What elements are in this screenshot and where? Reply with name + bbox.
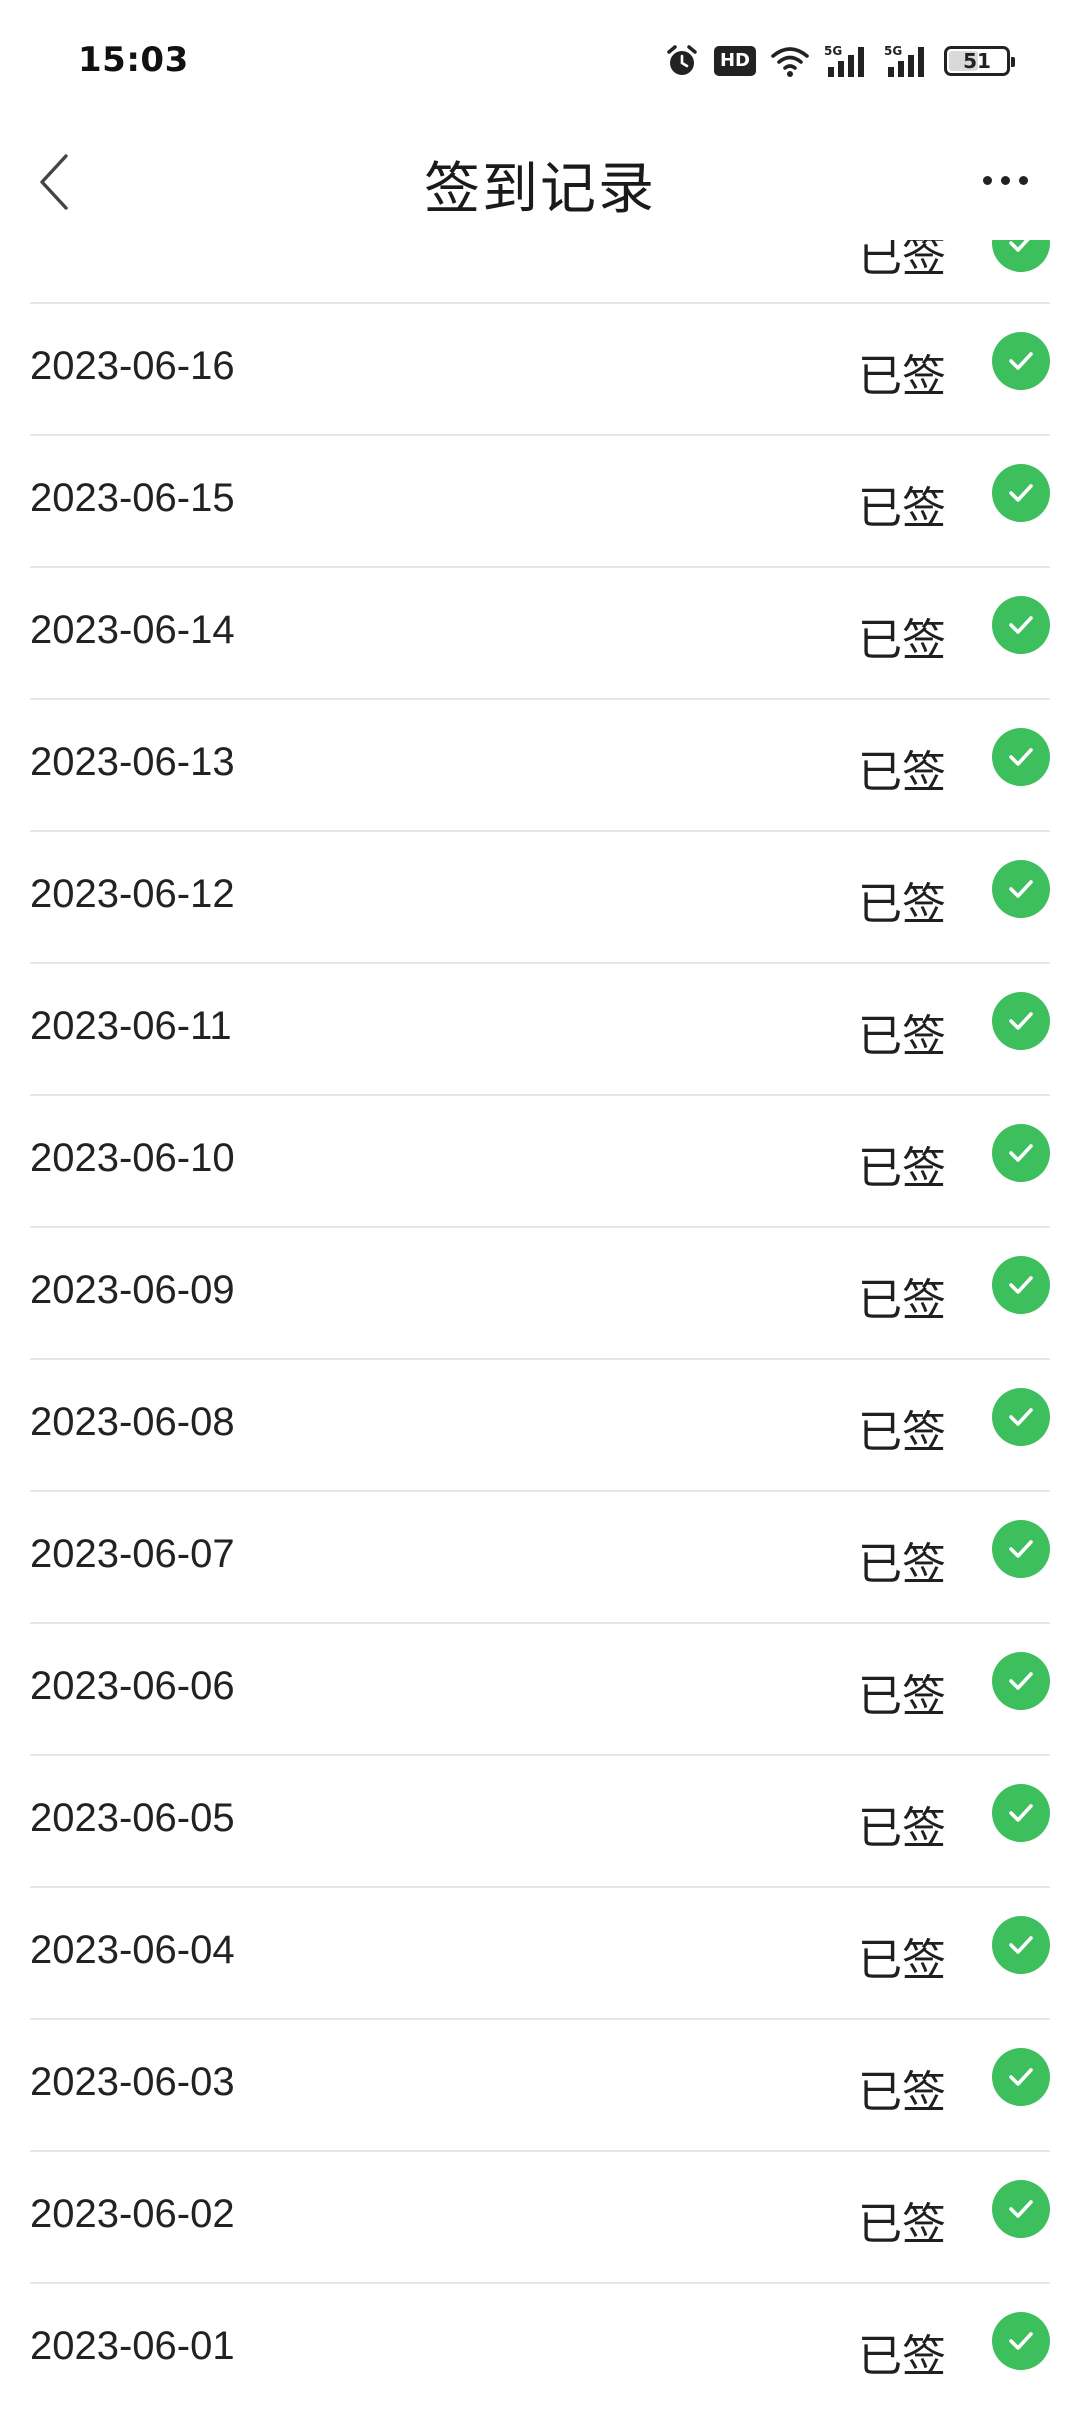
wifi-icon (770, 44, 810, 78)
list-item[interactable]: 2023-06-14 已签 (30, 568, 1050, 700)
list-item[interactable]: 2023-06-01 已签 (30, 2284, 1050, 2412)
battery-level: 51 (963, 49, 991, 73)
record-date: 2023-06-06 (30, 1664, 235, 1708)
record-date: 2023-06-05 (30, 1796, 235, 1840)
svg-text:5G: 5G (884, 44, 902, 58)
check-circle-icon (992, 860, 1050, 918)
record-date: 2023-06-01 (30, 2324, 235, 2368)
list-item[interactable]: 2023-06-04 已签 (30, 1888, 1050, 2020)
record-date: 2023-06-11 (30, 1004, 232, 1048)
record-status: 已签 (858, 1407, 946, 1458)
more-button[interactable] (970, 160, 1040, 200)
check-circle-icon (992, 1652, 1050, 1710)
record-date: 2023-06-16 (30, 344, 235, 388)
record-date: 2023-06-10 (30, 1136, 235, 1180)
more-horizontal-icon (982, 175, 992, 185)
check-circle-icon (992, 1256, 1050, 1314)
record-date: 2023-06-07 (30, 1532, 235, 1576)
list-item[interactable]: 2023-06-02 已签 (30, 2152, 1050, 2284)
status-time: 15:03 (78, 40, 189, 80)
check-circle-icon (992, 1124, 1050, 1182)
record-status: 已签 (858, 615, 946, 666)
list-item[interactable]: 2023-06-06 已签 (30, 1624, 1050, 1756)
list-item[interactable]: 2023-06-11 已签 (30, 964, 1050, 1096)
check-circle-icon (992, 2048, 1050, 2106)
record-status: 已签 (858, 879, 946, 930)
check-circle-icon (992, 332, 1050, 390)
check-circle-icon (992, 1784, 1050, 1842)
record-date: 2023-06-09 (30, 1268, 235, 1312)
record-status: 已签 (858, 1143, 946, 1194)
record-status: 已签 (858, 240, 946, 282)
record-status: 已签 (858, 2067, 946, 2118)
cellular-signal-icon-1: 5G (824, 43, 870, 79)
alarm-icon (664, 43, 700, 79)
record-date: 2023-06-02 (30, 2192, 235, 2236)
status-bar: 15:03 HD 5G 5G 51 (0, 0, 1080, 120)
record-status: 已签 (858, 1935, 946, 1986)
check-circle-icon (992, 464, 1050, 522)
list-item[interactable]: 2023-06-03 已签 (30, 2020, 1050, 2152)
record-status: 已签 (858, 1539, 946, 1590)
record-status: 已签 (858, 351, 946, 402)
list-item[interactable]: 2023-06-13 已签 (30, 700, 1050, 832)
record-date: 2023-06-12 (30, 872, 235, 916)
status-icons: HD 5G 5G 51 (664, 40, 1015, 82)
check-circle-icon (992, 240, 1050, 272)
record-status: 已签 (858, 1011, 946, 1062)
record-status: 已签 (858, 483, 946, 534)
list-item[interactable]: 2023-06-07 已签 (30, 1492, 1050, 1624)
hd-voice-icon: HD (713, 46, 756, 76)
record-date: 2023-06-04 (30, 1928, 235, 1972)
svg-text:5G: 5G (824, 44, 842, 58)
check-circle-icon (992, 728, 1050, 786)
check-circle-icon (992, 1916, 1050, 1974)
record-date: 2023-06-14 (30, 608, 235, 652)
record-status: 已签 (858, 1275, 946, 1326)
list-item[interactable]: 2023-06-08 已签 (30, 1360, 1050, 1492)
list-item[interactable]: 2023-06-12 已签 (30, 832, 1050, 964)
record-status: 已签 (858, 2199, 946, 2250)
record-date: 2023-06-08 (30, 1400, 235, 1444)
list-item[interactable]: 2023-06-09 已签 (30, 1228, 1050, 1360)
check-circle-icon (992, 992, 1050, 1050)
sign-in-record-list[interactable]: 已签 2023-06-16 已签 2023-06-15 已签 2023-06-14 已签 20… (30, 240, 1050, 2412)
cellular-signal-icon-2: 5G (884, 43, 930, 79)
record-status: 已签 (858, 1803, 946, 1854)
nav-bar: 签到记录 (0, 120, 1080, 240)
list-item[interactable]: 2023-06-10 已签 (30, 1096, 1050, 1228)
record-status: 已签 (858, 747, 946, 798)
list-item[interactable]: 已签 (30, 240, 1050, 304)
record-date: 2023-06-13 (30, 740, 235, 784)
battery-icon: 51 (944, 46, 1015, 76)
check-circle-icon (992, 596, 1050, 654)
record-status: 已签 (858, 1671, 946, 1722)
record-date: 2023-06-15 (30, 476, 235, 520)
record-status: 已签 (858, 2331, 946, 2382)
check-circle-icon (992, 2180, 1050, 2238)
check-circle-icon (992, 1520, 1050, 1578)
record-date: 2023-06-03 (30, 2060, 235, 2104)
list-item[interactable]: 2023-06-15 已签 (30, 436, 1050, 568)
check-circle-icon (992, 2312, 1050, 2370)
list-item[interactable]: 2023-06-16 已签 (30, 304, 1050, 436)
check-circle-icon (992, 1388, 1050, 1446)
list-item[interactable]: 2023-06-05 已签 (30, 1756, 1050, 1888)
page-title: 签到记录 (424, 157, 656, 222)
